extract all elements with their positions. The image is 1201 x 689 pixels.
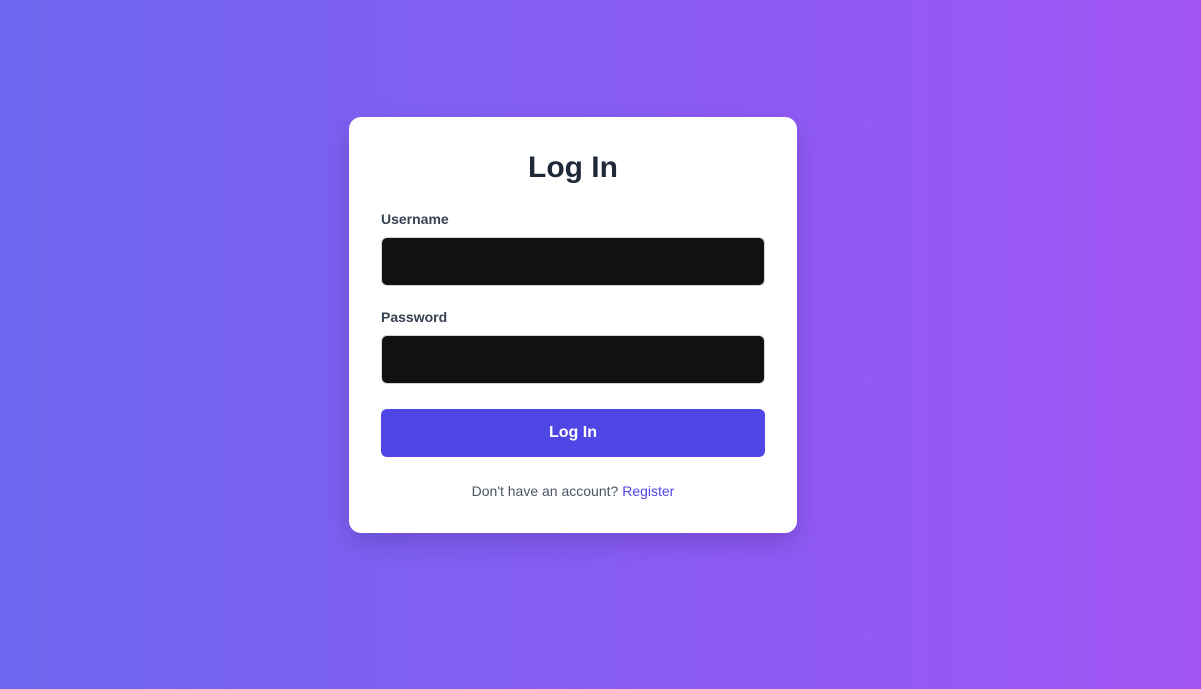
register-link[interactable]: Register — [622, 483, 674, 499]
username-label: Username — [381, 211, 449, 227]
page-background: { "login_form": { "title": "Log In", "us… — [0, 0, 1201, 689]
login-button[interactable]: Log In — [381, 409, 765, 457]
login-card: Log In Username Password Log In Don't ha… — [349, 117, 797, 533]
register-prompt: Don't have an account? Register — [349, 481, 797, 501]
page-title: Log In — [528, 151, 618, 184]
password-input[interactable] — [381, 335, 765, 384]
password-label: Password — [381, 309, 448, 325]
register-prompt-text: Don't have an account? — [471, 483, 619, 499]
username-input[interactable] — [381, 237, 765, 286]
